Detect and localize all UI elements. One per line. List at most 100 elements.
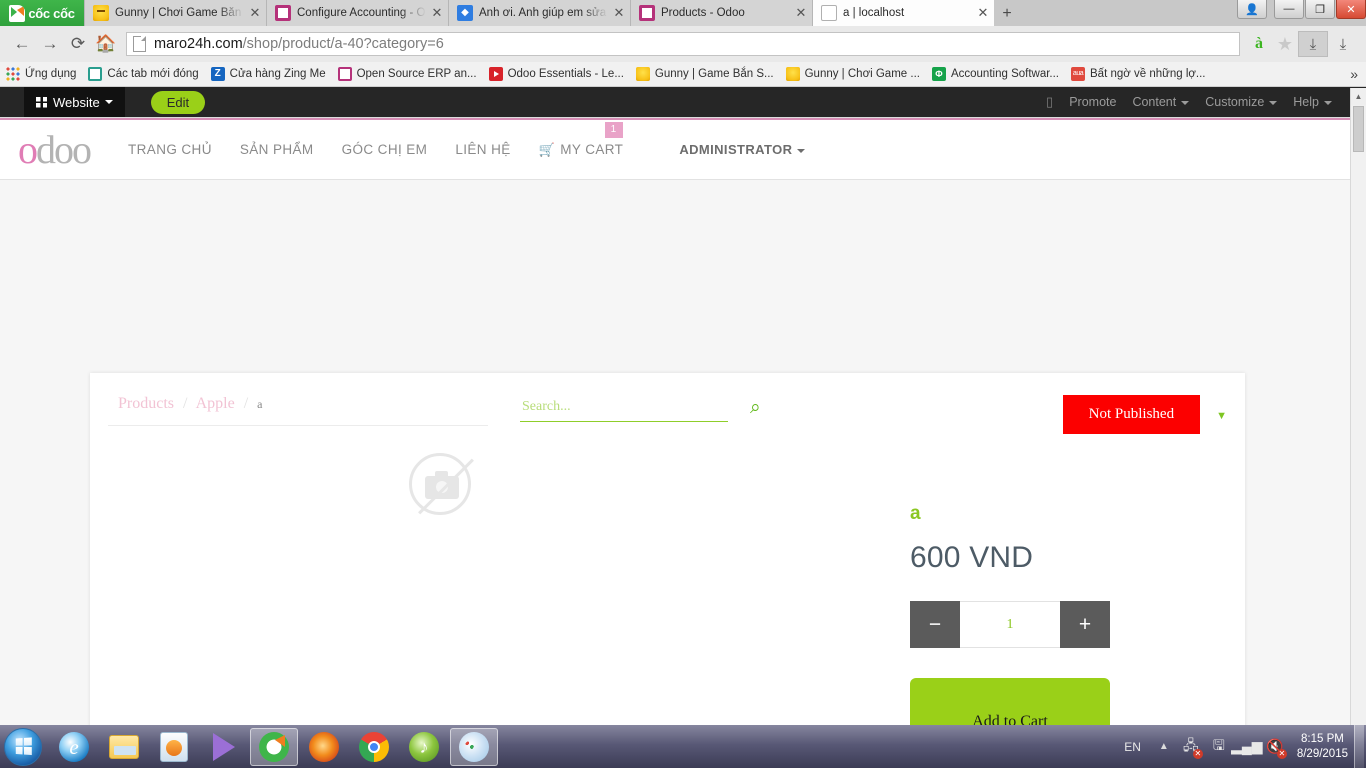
close-icon[interactable]: ✕: [794, 5, 808, 21]
user-account-button[interactable]: 👤: [1237, 0, 1267, 19]
back-icon[interactable]: ←: [8, 30, 36, 58]
gunny-icon: [93, 5, 109, 21]
network-error-icon[interactable]: 🖧 ✕: [1180, 736, 1203, 759]
tab-title: Products - Odoo: [661, 7, 745, 19]
start-button[interactable]: [4, 727, 42, 766]
close-icon[interactable]: ✕: [430, 5, 444, 21]
customize-menu[interactable]: Customize: [1205, 95, 1278, 109]
search-icon[interactable]: ⌕: [750, 397, 761, 419]
edit-button[interactable]: Edit: [150, 90, 206, 114]
bookmarks-overflow-icon[interactable]: »: [1350, 66, 1358, 82]
odoo-editor-topbar: Website Edit ▯ Promote Content Customize…: [0, 87, 1366, 117]
bookmark-item[interactable]: Các tab mới đóng: [88, 67, 199, 81]
bookmark-item[interactable]: Gunny | Chơi Game ...: [785, 67, 920, 81]
taskbar-app-paint[interactable]: [450, 727, 498, 766]
browser-tab[interactable]: Configure Accounting - Od ✕: [266, 0, 448, 26]
nav-item-products[interactable]: SẢN PHẨM: [240, 142, 314, 157]
clock[interactable]: 8:15 PM 8/29/2015: [1297, 732, 1348, 762]
apps-grid-icon: [6, 67, 20, 81]
chevron-down-icon[interactable]: ▼: [1216, 410, 1227, 422]
breadcrumb-products[interactable]: Products: [118, 395, 174, 412]
close-icon[interactable]: ✕: [248, 5, 262, 21]
add-to-cart-button[interactable]: Add to Cart: [910, 678, 1110, 725]
quantity-decrease-button[interactable]: −: [910, 601, 960, 648]
chevron-down-icon: [1181, 100, 1190, 105]
publish-status-button[interactable]: Not Published: [1062, 395, 1201, 434]
maximize-button[interactable]: ❐: [1305, 0, 1335, 19]
page-scrollbar[interactable]: ▲: [1350, 88, 1366, 725]
content-menu[interactable]: Content: [1132, 95, 1190, 109]
show-hidden-icons-icon[interactable]: ▲: [1159, 741, 1169, 752]
taskbar-app-file-explorer[interactable]: [100, 728, 148, 766]
nav-item-women-corner[interactable]: GÓC CHỊ EM: [342, 142, 428, 157]
mobile-preview-icon[interactable]: ▯: [1046, 94, 1053, 110]
firefox-icon: [309, 731, 339, 762]
close-icon[interactable]: ✕: [976, 5, 990, 21]
new-tab-button[interactable]: +: [994, 2, 1020, 26]
volume-muted-icon[interactable]: 🔇 ✕: [1264, 736, 1287, 759]
bookmark-item[interactable]: Open Source ERP an...: [337, 67, 477, 81]
website-menu-button[interactable]: Website: [24, 87, 125, 117]
close-window-button[interactable]: ✕: [1336, 0, 1366, 19]
taskbar-app-media-player[interactable]: [150, 728, 198, 766]
system-tray: EN ▲ 🖧 ✕ 🖫 ▂▄▆ 🔇 ✕ 8:15 PM 8/29/2015: [1114, 725, 1366, 768]
coccoc-brand-tab[interactable]: cốc cốc: [0, 0, 84, 26]
nav-item-my-cart[interactable]: 🛒 MY CART 1: [539, 121, 624, 158]
scroll-up-icon[interactable]: ▲: [1351, 88, 1366, 105]
quantity-increase-button[interactable]: +: [1060, 601, 1110, 648]
promote-menu[interactable]: Promote: [1069, 95, 1116, 109]
url-path: /shop/product/a-40?category=6: [242, 36, 444, 52]
breadcrumb-category[interactable]: Apple: [196, 395, 235, 412]
home-icon[interactable]: 🏠: [92, 30, 120, 58]
bookmark-item[interactable]: Odoo Essentials - Le...: [488, 67, 624, 81]
nav-item-home[interactable]: TRANG CHỦ: [128, 142, 212, 157]
close-icon[interactable]: ✕: [612, 5, 626, 21]
odoo-icon: [639, 5, 655, 21]
odoo-logo[interactable]: odoo: [18, 126, 92, 172]
nav-item-contact[interactable]: LIÊN HỆ: [455, 142, 510, 157]
bookmark-star-icon[interactable]: ★: [1272, 34, 1298, 55]
taskbar-app-internet-explorer[interactable]: [50, 728, 98, 766]
bookmark-item[interactable]: Φ Accounting Softwar...: [931, 67, 1059, 81]
browser-tab[interactable]: Gunny | Chơi Game Bắn Sú ✕: [84, 0, 266, 26]
chevron-down-icon: [797, 148, 806, 153]
download-box-icon[interactable]: ⤓: [1298, 31, 1328, 57]
show-desktop-button[interactable]: [1354, 725, 1364, 768]
site-header: odoo TRANG CHỦ SẢN PHẨM GÓC CHỊ EM LIÊN …: [0, 118, 1350, 180]
windows-media-player-icon: [160, 731, 188, 762]
browser-tab[interactable]: Products - Odoo ✕: [630, 0, 812, 26]
news-icon: aua: [1071, 67, 1086, 81]
bookmark-item[interactable]: Ứng dụng: [6, 67, 76, 81]
user-menu-administrator[interactable]: ADMINISTRATOR: [679, 142, 806, 157]
taskbar-app-zing-mp3[interactable]: [400, 728, 448, 766]
taskbar-app-coc-coc[interactable]: [250, 727, 298, 766]
taskbar-app-movie-maker[interactable]: [200, 728, 248, 766]
clock-time: 8:15 PM: [1301, 732, 1344, 745]
search-input[interactable]: [520, 397, 728, 422]
forward-icon[interactable]: →: [36, 30, 64, 58]
bookmark-item[interactable]: aua Bất ngờ về những lợ...: [1071, 67, 1206, 81]
browser-tab[interactable]: ◆ Anh ơi. Anh giúp em sửa c ✕: [448, 0, 630, 26]
logo-rest: doo: [36, 126, 92, 172]
product-price: 600 VND: [910, 541, 1034, 574]
reload-icon[interactable]: ⟳: [64, 30, 92, 58]
download-icon[interactable]: ⤓: [1328, 31, 1358, 57]
quantity-value[interactable]: 1: [960, 601, 1060, 648]
taskbar-app-firefox[interactable]: [300, 728, 348, 766]
bookmark-item[interactable]: Gunny | Game Bắn S...: [635, 67, 774, 81]
taskbar-app-chrome[interactable]: [350, 728, 398, 766]
browser-tab-active[interactable]: a | localhost ✕: [812, 0, 994, 26]
coccoc-logo-icon: [9, 4, 26, 22]
browser-tabstrip: cốc cốc Gunny | Chơi Game Bắn Sú ✕ Confi…: [0, 0, 1366, 26]
bookmark-label: Các tab mới đóng: [107, 68, 199, 80]
usb-device-icon[interactable]: 🖫: [1208, 736, 1230, 758]
bookmark-item[interactable]: Z Cửa hàng Zing Me: [210, 67, 326, 81]
address-bar[interactable]: maro24h.com/shop/product/a-40?category=6: [126, 32, 1240, 56]
signal-bars-icon[interactable]: ▂▄▆: [1231, 736, 1262, 758]
vietnamese-input-icon[interactable]: à: [1246, 35, 1272, 53]
language-indicator[interactable]: EN: [1124, 740, 1141, 754]
help-menu[interactable]: Help: [1293, 95, 1332, 109]
bookmark-label: Gunny | Game Bắn S...: [654, 68, 774, 80]
minimize-button[interactable]: —: [1274, 0, 1304, 19]
scrollbar-thumb[interactable]: [1353, 106, 1364, 152]
